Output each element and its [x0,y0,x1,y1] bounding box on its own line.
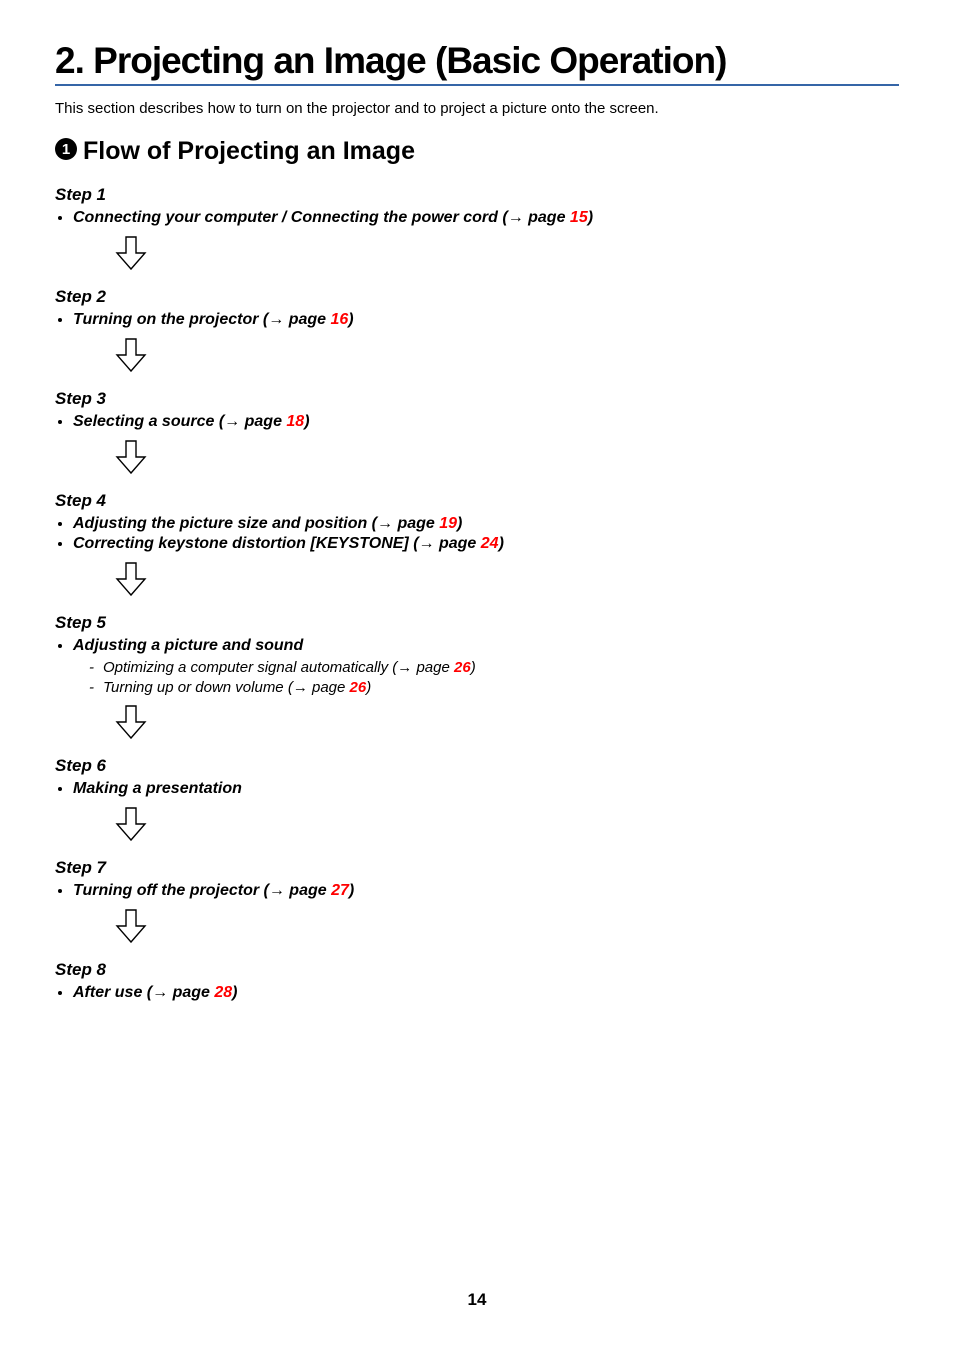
step-subitem: Turning up or down volume (→ page 26) [103,679,899,696]
step-title: Step 8 [55,960,899,980]
page-link[interactable]: 16 [330,311,348,328]
step-title: Step 7 [55,858,899,878]
down-arrow-icon [111,906,899,946]
step-item: Turning off the projector (→ page 27) [73,882,899,900]
page-link[interactable]: 26 [454,659,471,676]
step-item: Making a presentation [73,780,899,798]
step-subitems: Optimizing a computer signal automatical… [73,659,899,696]
step-item: Adjusting the picture size and position … [73,515,899,533]
down-arrow-icon [111,437,899,477]
down-arrow-icon [111,702,899,742]
page-link[interactable]: 15 [570,209,588,226]
step-title: Step 2 [55,287,899,307]
step-items: Making a presentation [55,780,899,798]
svg-text:1: 1 [62,141,70,158]
step-item: Correcting keystone distortion [KEYSTONE… [73,535,899,553]
step-items: Selecting a source (→ page 18) [55,413,899,431]
down-arrow-icon [111,559,899,599]
step-item: Selecting a source (→ page 18) [73,413,899,431]
page-link[interactable]: 26 [350,679,367,696]
page-link[interactable]: 19 [439,515,457,532]
bullet-number-icon: 1 [55,138,77,167]
step-item: Connecting your computer / Connecting th… [73,209,899,227]
step-items: Turning off the projector (→ page 27) [55,882,899,900]
down-arrow-icon [111,233,899,273]
step-title: Step 6 [55,756,899,776]
step-items: Adjusting a picture and soundOptimizing … [55,637,899,696]
step-title: Step 4 [55,491,899,511]
step-title: Step 3 [55,389,899,409]
section-heading: 1 Flow of Projecting an Image [55,137,899,167]
step-title: Step 1 [55,185,899,205]
step-items: Adjusting the picture size and position … [55,515,899,553]
down-arrow-icon [111,335,899,375]
chapter-title: 2. Projecting an Image (Basic Operation) [55,40,899,86]
step-items: Turning on the projector (→ page 16) [55,311,899,329]
steps-flow: Step 1 Connecting your computer / Connect… [55,185,899,1002]
step-item: After use (→ page 28) [73,984,899,1002]
step-items: Connecting your computer / Connecting th… [55,209,899,227]
step-title: Step 5 [55,613,899,633]
page-link[interactable]: 18 [286,413,304,430]
page-link[interactable]: 24 [481,535,499,552]
step-item: Adjusting a picture and soundOptimizing … [73,637,899,696]
step-item: Turning on the projector (→ page 16) [73,311,899,329]
section-heading-text: Flow of Projecting an Image [83,137,415,165]
step-subitem: Optimizing a computer signal automatical… [103,659,899,676]
intro-text: This section describes how to turn on th… [55,100,899,117]
page-link[interactable]: 27 [331,882,349,899]
page-link[interactable]: 28 [214,984,232,1001]
down-arrow-icon [111,804,899,844]
step-items: After use (→ page 28) [55,984,899,1002]
page-number: 14 [0,1290,954,1310]
